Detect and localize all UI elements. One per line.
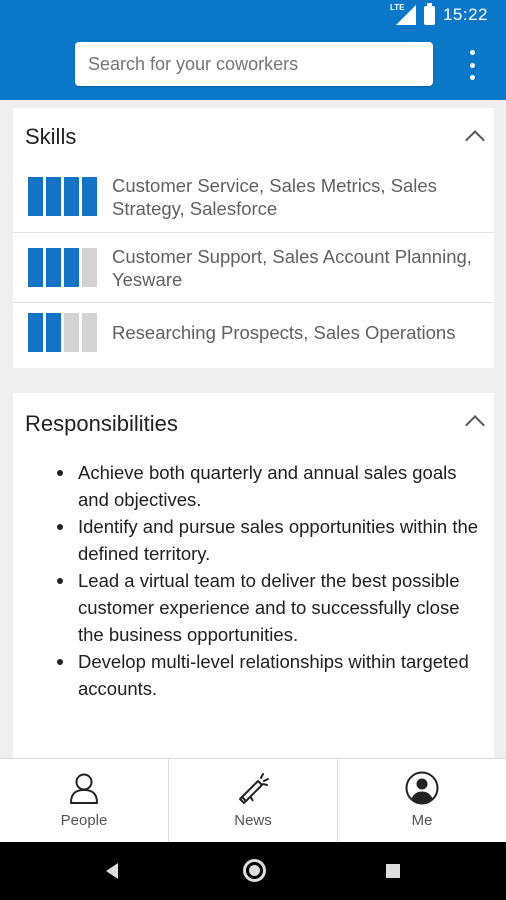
skill-level-bars: [28, 248, 97, 287]
profile-icon: [405, 771, 439, 805]
search-input[interactable]: Search for your coworkers: [75, 42, 433, 86]
network-type: LTE: [389, 3, 405, 12]
skill-row: Researching Prospects, Sales Operations: [13, 302, 494, 372]
home-icon[interactable]: [243, 859, 266, 882]
status-bar: LTE 15:22: [0, 0, 506, 32]
nav-news-label: News: [234, 812, 272, 829]
skills-title: Skills: [25, 124, 77, 149]
recent-apps-icon[interactable]: [386, 864, 400, 878]
list-item: Achieve both quarterly and annual sales …: [57, 459, 488, 513]
skill-text: Researching Prospects, Sales Operations: [112, 322, 456, 343]
skill-bar-filled: [64, 248, 79, 287]
nav-people[interactable]: People: [0, 759, 169, 842]
battery-icon: [423, 2, 435, 25]
skill-bar-filled: [82, 177, 97, 216]
list-item: Lead a virtual team to deliver the best …: [57, 567, 488, 648]
skill-row: Customer Support, Sales Account Planning…: [13, 232, 494, 302]
nav-me-label: Me: [411, 812, 433, 829]
skills-card: Skills Customer Service, Sales Metrics, …: [13, 108, 494, 368]
chevron-up-icon[interactable]: [465, 130, 485, 150]
nav-me[interactable]: Me: [338, 759, 506, 842]
skill-bar-filled: [46, 313, 61, 352]
skill-level-bars: [28, 313, 97, 352]
back-icon[interactable]: [106, 863, 118, 879]
more-options-icon[interactable]: [465, 50, 479, 80]
status-time: 15:22: [442, 5, 488, 24]
signal-icon: LTE: [389, 3, 416, 25]
skill-bar-empty: [82, 248, 97, 287]
nav-news[interactable]: News: [169, 759, 338, 842]
list-item: Develop multi-level relationships within…: [57, 648, 488, 702]
skill-bar-filled: [46, 177, 61, 216]
skill-row: Customer Service, Sales Metrics, Sales S…: [13, 162, 494, 232]
chevron-up-icon[interactable]: [465, 415, 485, 435]
responsibilities-list: Achieve both quarterly and annual sales …: [57, 459, 488, 702]
skill-bar-filled: [28, 313, 43, 352]
nav-people-label: People: [60, 812, 108, 829]
system-nav-bar: [0, 842, 506, 900]
skill-bar-empty: [82, 313, 97, 352]
skill-bar-filled: [64, 177, 79, 216]
skill-level-bars: [28, 177, 97, 216]
bottom-nav: People News Me: [0, 758, 506, 842]
skill-bar-filled: [28, 248, 43, 287]
megaphone-icon: [239, 773, 269, 804]
skill-bar-filled: [46, 248, 61, 287]
status-icons: LTE 15:22: [389, 2, 488, 25]
app-bar: LTE 15:22 Search for your coworkers: [0, 0, 506, 100]
skill-text: Customer Service, Sales Metrics, Sales S…: [112, 175, 437, 219]
responsibilities-title: Responsibilities: [25, 411, 178, 436]
skill-bar-filled: [28, 177, 43, 216]
responsibilities-card: Responsibilities Achieve both quarterly …: [13, 393, 494, 759]
skill-bar-empty: [64, 313, 79, 352]
skill-text: Customer Support, Sales Account Planning…: [112, 246, 472, 290]
person-icon: [70, 773, 98, 804]
list-item: Identify and pursue sales opportunities …: [57, 513, 488, 567]
